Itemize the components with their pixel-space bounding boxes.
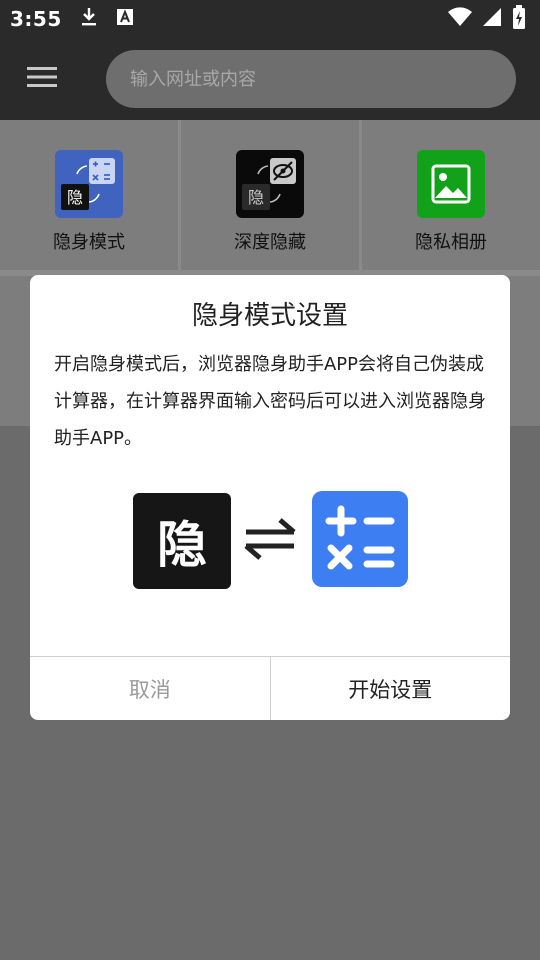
svg-text:隐: 隐 (248, 188, 264, 207)
stealth-badge-char: 隐 (157, 516, 207, 574)
tool-label: 隐身模式 (53, 232, 125, 253)
swap-arrows-icon (242, 516, 298, 566)
stealth-badge-icon: 隐 (133, 493, 231, 589)
download-icon (80, 6, 98, 32)
deep-hide-icon: 隐 (236, 150, 304, 218)
tool-private-album[interactable]: 隐私相册 (362, 120, 540, 270)
stealth-setup-dialog: 隐身模式设置 开启隐身模式后，浏览器隐身助手APP会将自己伪装成计算器，在计算器… (30, 275, 510, 720)
hamburger-menu-icon (27, 66, 57, 92)
menu-button[interactable] (14, 51, 70, 107)
cancel-button[interactable]: 取消 (30, 657, 271, 720)
dialog-message: 开启隐身模式后，浏览器隐身助手APP会将自己伪装成计算器，在计算器界面输入密码后… (54, 354, 486, 449)
stealth-illustration: 隐 (30, 490, 510, 590)
search-box[interactable] (106, 50, 516, 108)
signal-icon (482, 7, 502, 31)
tool-label: 深度隐藏 (234, 232, 306, 253)
browser-toolbar (0, 38, 540, 120)
a-badge-icon (116, 8, 134, 30)
status-bar: 3:55 (0, 0, 540, 38)
search-input[interactable] (130, 68, 516, 90)
svg-text:隐: 隐 (67, 188, 83, 207)
tool-deep-hide[interactable]: 隐 深度隐藏 (181, 120, 359, 270)
tool-label: 隐私相册 (415, 232, 487, 253)
dialog-actions: 取消 开始设置 (30, 656, 510, 720)
dialog-title: 隐身模式设置 (191, 301, 348, 331)
calculator-icon (311, 490, 409, 592)
start-setup-button[interactable]: 开始设置 (271, 657, 511, 720)
tool-stealth-mode[interactable]: 隐 隐身模式 (0, 120, 178, 270)
private-album-icon (417, 150, 485, 218)
stealth-calculator-icon: 隐 (55, 150, 123, 218)
wifi-icon (448, 7, 472, 31)
app-screen: 3:55 输入网址或内容 隐 隐身模式 隐 深度隐藏 隐私相册 隐身模式设置 开… (0, 0, 540, 960)
status-time: 3:55 (10, 7, 62, 31)
battery-charging-icon (512, 5, 526, 33)
